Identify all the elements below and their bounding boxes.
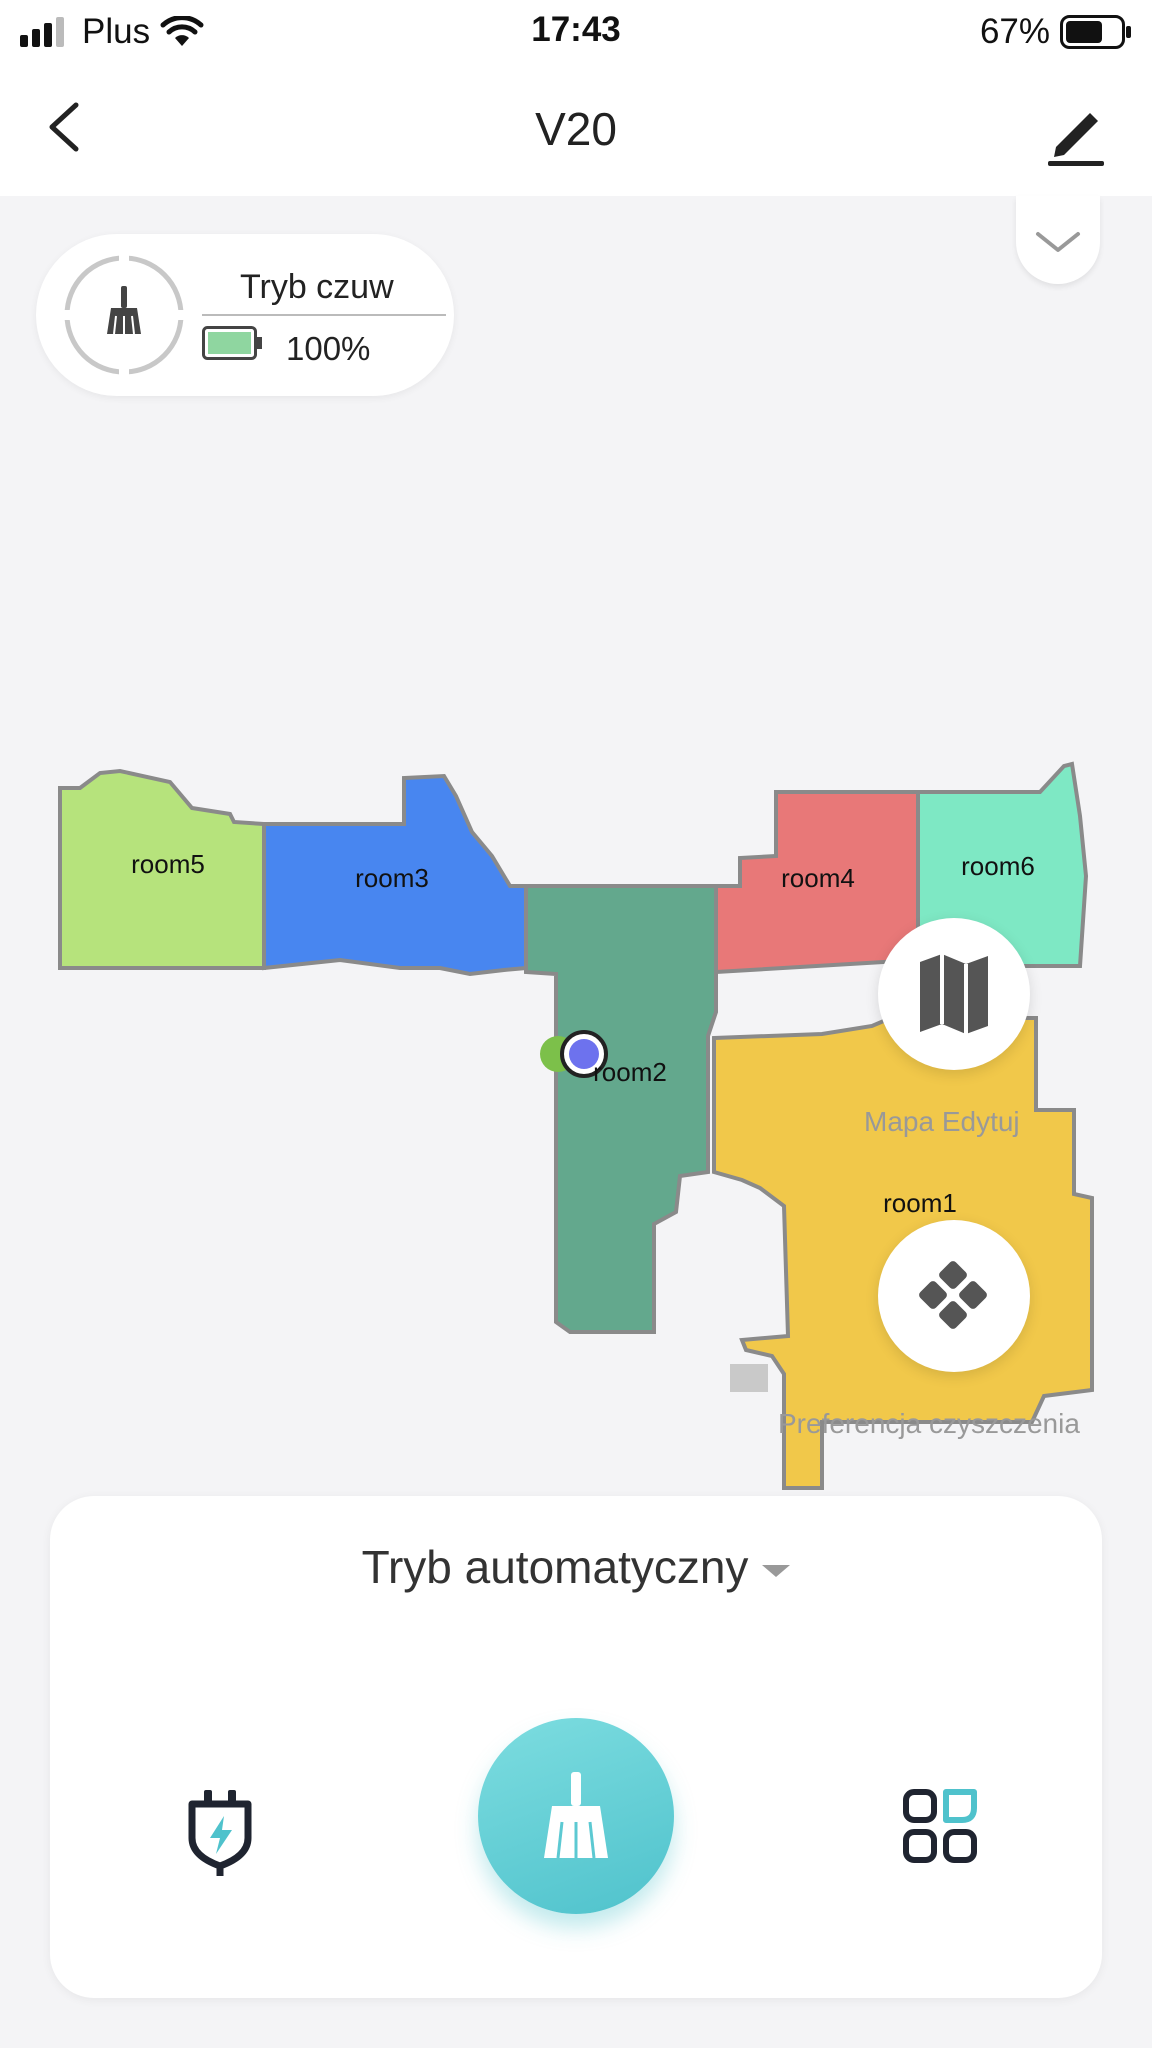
room-label-room3: room3 — [355, 863, 429, 893]
cleaning-preferences-button[interactable] — [878, 1220, 1030, 1372]
room2-area[interactable] — [524, 884, 718, 1334]
nav-bar: V20 — [0, 62, 1152, 196]
unmapped-patch — [730, 1364, 768, 1392]
battery-icon — [1060, 15, 1131, 49]
preferences-icon — [919, 1261, 987, 1329]
pencil-icon[interactable] — [1042, 97, 1112, 167]
battery-percent: 67% — [979, 12, 1050, 51]
control-card: Tryb automatyczny — [50, 1496, 1102, 1998]
edit-map-button[interactable] — [878, 918, 1030, 1070]
map-icon — [920, 954, 988, 1034]
page-title: V20 — [535, 103, 617, 155]
cleaning-mode-select[interactable]: Tryb automatyczny — [50, 1540, 1102, 1594]
room-label-room2: room2 — [593, 1057, 667, 1087]
cleaning-preferences-label[interactable]: Preferencja czyszczenia — [778, 1408, 1080, 1440]
start-cleaning-button[interactable] — [478, 1718, 674, 1914]
status-bar-right: 67% — [980, 12, 1132, 52]
room-label-room5: room5 — [131, 849, 205, 879]
broom-icon — [544, 1772, 608, 1859]
edit-map-label[interactable]: Mapa Edytuj — [864, 1106, 1020, 1138]
room-label-room6: room6 — [961, 851, 1035, 881]
caret-down-icon — [762, 1564, 791, 1577]
status-bar: Plus 17:43 67% — [0, 0, 1152, 62]
cleaning-mode-label: Tryb automatyczny — [361, 1541, 749, 1593]
dock-charge-icon[interactable] — [180, 1786, 260, 1876]
room-label-room4: room4 — [781, 863, 855, 893]
room-label-room1: room1 — [883, 1188, 957, 1218]
room-select-icon[interactable] — [900, 1786, 980, 1866]
